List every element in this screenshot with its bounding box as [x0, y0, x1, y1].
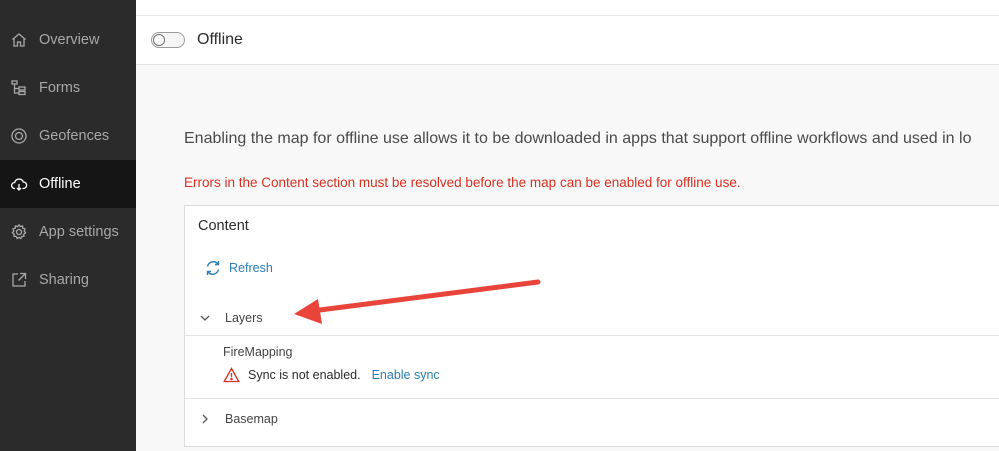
sidebar-item-label: Offline: [39, 176, 81, 192]
sidebar-top-spacer: [0, 0, 136, 16]
share-icon: [10, 271, 28, 289]
basemap-section-header[interactable]: Basemap: [185, 398, 999, 438]
offline-toggle-label: Offline: [197, 31, 243, 48]
sync-warning: Sync is not enabled. Enable sync: [223, 367, 440, 383]
error-message: Errors in the Content section must be re…: [184, 175, 741, 190]
geofence-target-icon: [10, 127, 28, 145]
layers-label: Layers: [225, 311, 263, 325]
sidebar-item-offline[interactable]: Offline: [0, 160, 136, 208]
warning-triangle-icon: [223, 367, 240, 383]
offline-cloud-icon: [10, 175, 28, 193]
layers-section-header[interactable]: Layers: [185, 301, 999, 336]
sidebar-item-app-settings[interactable]: App settings: [0, 208, 136, 256]
sidebar-item-label: App settings: [39, 224, 119, 240]
chevron-down-icon: [200, 315, 210, 321]
chevron-right-icon: [202, 414, 208, 423]
sidebar: Overview Forms Geofences Offline App set…: [0, 0, 136, 451]
enable-sync-link[interactable]: Enable sync: [372, 368, 440, 382]
sidebar-item-label: Forms: [39, 80, 81, 96]
sidebar-item-overview[interactable]: Overview: [0, 16, 136, 64]
refresh-icon: [206, 261, 220, 275]
sidebar-item-geofences[interactable]: Geofences: [0, 112, 136, 160]
main-panel: Offline Enabling the map for offline use…: [136, 0, 999, 451]
warning-text: Sync is not enabled.: [248, 368, 361, 382]
offline-toggle-switch[interactable]: [151, 32, 185, 48]
forms-tree-icon: [10, 79, 28, 97]
offline-description: Enabling the map for offline use allows …: [184, 130, 972, 147]
gear-icon: [10, 223, 28, 241]
layer-name: FireMapping: [223, 345, 293, 359]
content-panel: Content Refresh Layers FireMapping Sync …: [184, 205, 999, 447]
top-strip: [136, 0, 999, 16]
sidebar-item-label: Sharing: [39, 272, 89, 288]
toggle-knob: [153, 34, 165, 46]
refresh-button[interactable]: Refresh: [204, 259, 273, 277]
sidebar-item-sharing[interactable]: Sharing: [0, 256, 136, 304]
refresh-label: Refresh: [229, 261, 273, 275]
sidebar-item-forms[interactable]: Forms: [0, 64, 136, 112]
basemap-label: Basemap: [225, 411, 278, 426]
sidebar-item-label: Geofences: [39, 128, 110, 144]
content-title: Content: [198, 218, 249, 234]
sidebar-item-label: Overview: [39, 32, 100, 48]
home-icon: [10, 31, 28, 49]
offline-toggle-bar: Offline: [136, 16, 999, 65]
